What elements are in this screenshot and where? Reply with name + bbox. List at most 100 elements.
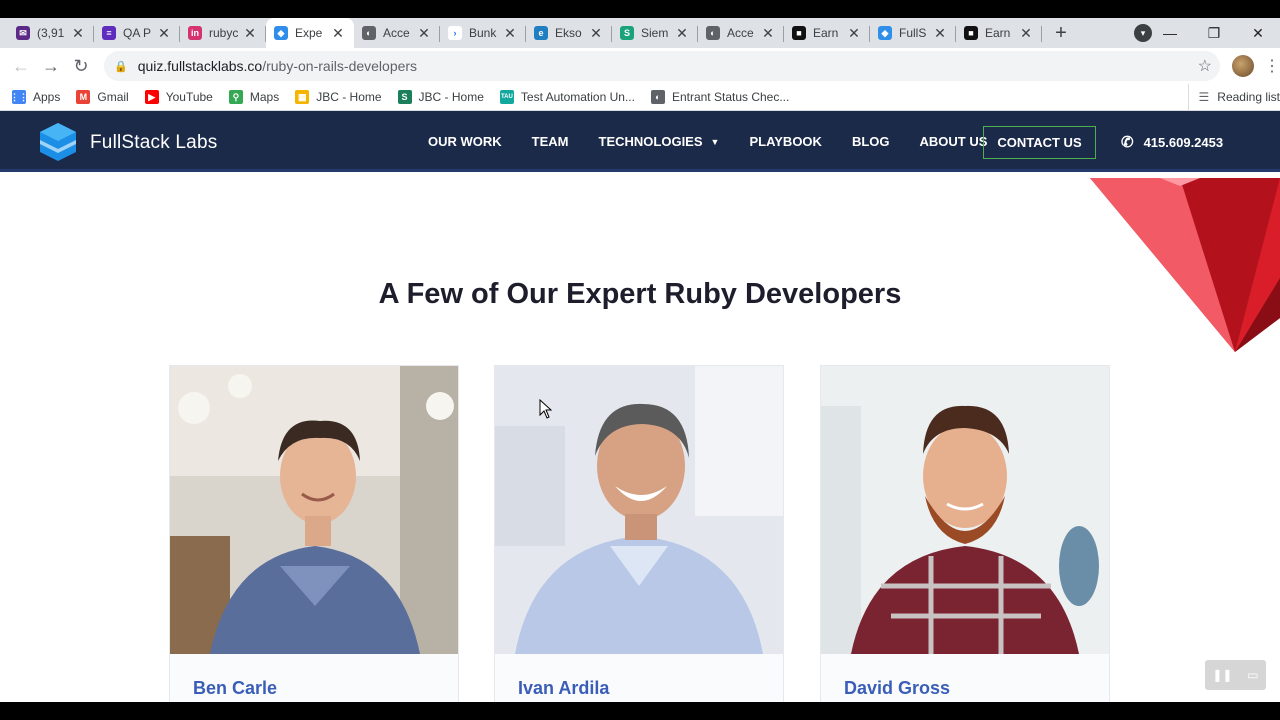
back-button[interactable]: ← (6, 56, 36, 77)
forward-button[interactable]: → (36, 56, 66, 77)
tab-close-icon[interactable]: ✕ (588, 25, 604, 42)
restore-button[interactable]: ❐ (1192, 25, 1236, 42)
address-bar[interactable]: 🔒 quiz.fullstacklabs.co/ruby-on-rails-de… (104, 51, 1220, 81)
contact-us-button[interactable]: CONTACT US (983, 126, 1096, 159)
tab-favicon-icon: S (620, 26, 634, 40)
tab-close-icon[interactable]: ✕ (330, 25, 346, 42)
tab-title: (3,91 (37, 26, 65, 40)
tab-favicon-icon: ■ (792, 26, 806, 40)
developer-name[interactable]: David Gross (844, 678, 950, 699)
tab-favicon-icon: ◆ (878, 26, 892, 40)
bookmark-label: Maps (249, 90, 280, 104)
bookmark-item[interactable]: ▦ JBC - Home (295, 90, 382, 104)
tab-close-icon[interactable]: ✕ (932, 25, 948, 42)
ruby-gem-graphic (1090, 178, 1280, 352)
reading-list-button[interactable]: ☰ Reading list (1187, 84, 1280, 110)
pause-icon[interactable]: ❚❚ (1212, 668, 1232, 682)
tab-title: Ekso (555, 26, 582, 40)
developer-name[interactable]: Ben Carle (193, 678, 277, 699)
main-nav: OUR WORK TEAM TECHNOLOGIES ▼ PLAYBOOK BLO… (428, 111, 1017, 172)
nav-technologies[interactable]: TECHNOLOGIES ▼ (599, 134, 720, 149)
developer-name[interactable]: Ivan Ardila (518, 678, 609, 699)
tab-close-icon[interactable]: ✕ (674, 25, 690, 42)
bookmark-label: Entrant Status Chec... (671, 90, 790, 104)
phone-number: 415.609.2453 (1143, 134, 1224, 150)
tab-favicon-icon: ■ (964, 26, 978, 40)
bookmarks-bar: ⋮⋮ Apps M Gmail ▶ YouTube ⚲ Maps ▦ JBC - Home S JBC… (0, 84, 1280, 110)
browser-tab[interactable]: ✉ (3,91 ✕ (8, 18, 94, 48)
reading-list-icon: ☰ (1198, 90, 1210, 104)
developer-card[interactable]: David Gross (820, 365, 1110, 702)
tab-favicon-icon: ◐ (362, 26, 376, 40)
browser-tab[interactable]: ■ Earn ✕ (956, 18, 1042, 48)
tab-strip: ✉ (3,91 ✕ ≡ QA P ✕ in rubyc ✕ ◆ Expe ✕ ◐ Acce ✕ › Bunk ✕ e… (0, 18, 1280, 48)
tab-close-icon[interactable]: ✕ (760, 25, 776, 42)
tab-title: Bunk (469, 26, 497, 40)
new-tab-button[interactable]: + (1046, 18, 1076, 48)
mouse-cursor-icon (539, 399, 553, 419)
tab-favicon-icon: › (448, 26, 462, 40)
fullstack-logo-icon[interactable] (38, 121, 78, 163)
nav-team[interactable]: TEAM (532, 134, 569, 149)
bookmark-item[interactable]: TAU Test Automation Un... (499, 90, 635, 104)
screen: ✉ (3,91 ✕ ≡ QA P ✕ in rubyc ✕ ◆ Expe ✕ ◐ Acce ✕ › Bunk ✕ e… (0, 0, 1280, 720)
bookmark-item[interactable]: ▶ YouTube (144, 90, 213, 104)
site-header: FullStack Labs OUR WORK TEAM TECHNOLOGIE… (0, 111, 1280, 172)
browser-tab[interactable]: ◐ Acce ✕ (698, 18, 784, 48)
browser-tab[interactable]: ◐ Acce ✕ (354, 18, 440, 48)
tab-title: Siem (641, 26, 669, 40)
bookmark-item[interactable]: S JBC - Home (397, 90, 484, 104)
plus-icon: + (1055, 21, 1067, 44)
phone-link[interactable]: ✆ 415.609.2453 (1121, 133, 1223, 151)
caret-down-icon: ▼ (710, 136, 720, 147)
tab-close-icon[interactable]: ✕ (416, 25, 432, 42)
bookmark-icon: ▶ (144, 90, 159, 104)
profile-avatar[interactable] (1232, 55, 1254, 77)
browser-tab[interactable]: ◆ FullS ✕ (870, 18, 956, 48)
developer-card[interactable]: Ben Carle (169, 365, 459, 702)
bookmark-star-icon[interactable]: ☆ (1198, 56, 1212, 76)
nav-playbook[interactable]: PLAYBOOK (749, 134, 821, 149)
tab-close-icon[interactable]: ✕ (502, 25, 518, 42)
letterbox-bottom (0, 702, 1280, 720)
browser-tab[interactable]: in rubyc ✕ (180, 18, 266, 48)
bookmark-item[interactable]: M Gmail (76, 90, 129, 104)
bookmark-icon: ▦ (295, 90, 310, 104)
url-host: quiz.fullstacklabs.co (137, 58, 263, 74)
phone-icon: ✆ (1121, 134, 1134, 151)
developer-card[interactable]: Ivan Ardila (494, 365, 784, 702)
chevron-down-icon: ▾ (1140, 28, 1146, 38)
bookmark-label: Apps (33, 90, 61, 104)
brand-name[interactable]: FullStack Labs (90, 132, 217, 154)
bookmark-label: JBC - Home (418, 90, 484, 104)
reload-button[interactable]: ↻ (66, 56, 96, 77)
tab-favicon-icon: in (188, 26, 202, 40)
browser-tab[interactable]: › Bunk ✕ (440, 18, 526, 48)
bookmark-item[interactable]: ⚲ Maps (228, 90, 280, 104)
browser-tab[interactable]: ◆ Expe ✕ (266, 18, 354, 48)
bookmark-item[interactable]: ◐ Entrant Status Chec... (650, 90, 790, 104)
picture-in-picture-icon[interactable]: ▭ (1247, 668, 1258, 682)
minimize-button[interactable]: — (1148, 25, 1192, 41)
tab-favicon-icon: e (534, 26, 548, 40)
browser-tab[interactable]: S Siem ✕ (612, 18, 698, 48)
nav-blog[interactable]: BLOG (852, 134, 890, 149)
tab-close-icon[interactable]: ✕ (1018, 25, 1034, 42)
browser-tab[interactable]: ■ Earn ✕ (784, 18, 870, 48)
window-controls: — ❐ ✕ (1148, 18, 1280, 48)
tab-close-icon[interactable]: ✕ (70, 25, 86, 42)
browser-menu-icon[interactable]: ⋮ (1264, 56, 1280, 76)
nav-our-work[interactable]: OUR WORK (428, 134, 502, 149)
bookmark-item[interactable]: ⋮⋮ Apps (10, 90, 61, 104)
bookmark-icon: TAU (499, 90, 514, 104)
tab-title: rubyc (209, 26, 239, 40)
tab-close-icon[interactable]: ✕ (242, 25, 258, 42)
url-path: /ruby-on-rails-developers (262, 58, 418, 74)
tab-close-icon[interactable]: ✕ (846, 25, 862, 42)
tab-close-icon[interactable]: ✕ (156, 25, 172, 42)
close-window-button[interactable]: ✕ (1236, 25, 1280, 42)
browser-tab[interactable]: e Ekso ✕ (526, 18, 612, 48)
nav-about-us[interactable]: ABOUT US (920, 134, 988, 149)
browser-tab[interactable]: ≡ QA P ✕ (94, 18, 180, 48)
page-content: A Few of Our Expert Ruby Developers Ben … (0, 176, 1280, 702)
